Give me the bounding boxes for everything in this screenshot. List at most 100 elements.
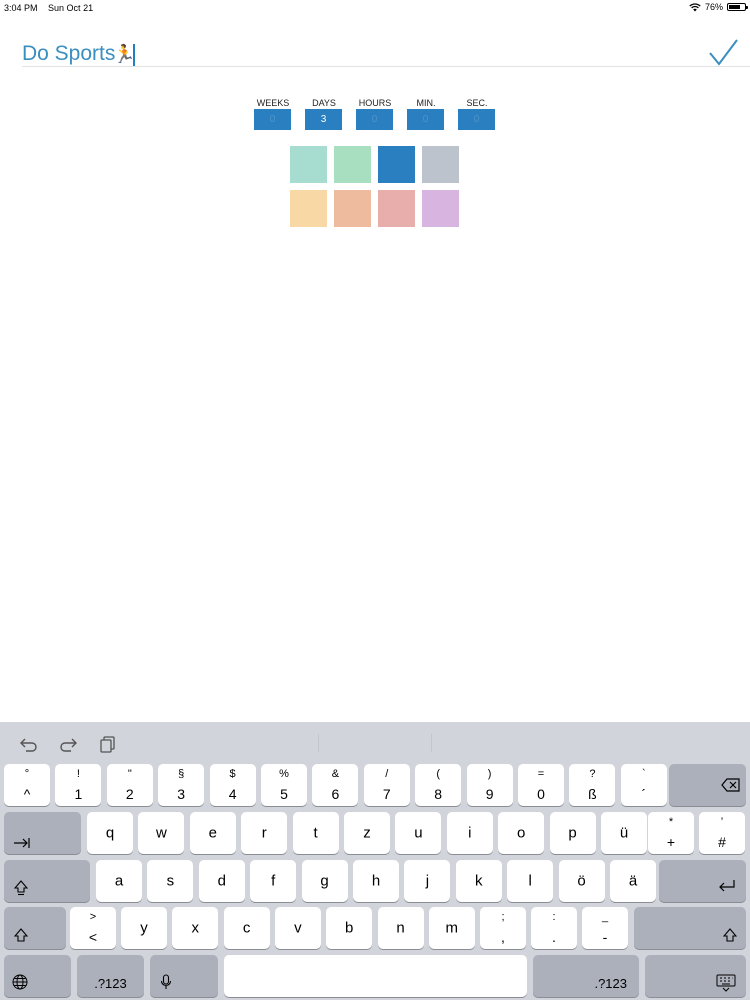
dictation-key[interactable] bbox=[150, 955, 218, 997]
shift-right-key[interactable] bbox=[634, 907, 746, 949]
key-e[interactable]: e bbox=[189, 812, 236, 854]
key-row1-8[interactable]: (8 bbox=[415, 764, 462, 806]
shift-left-key[interactable] bbox=[4, 907, 66, 949]
key-row2-extra-0[interactable]: * + bbox=[648, 812, 694, 854]
key-d[interactable]: d bbox=[198, 860, 245, 902]
numbers-key-right[interactable]: .?123 bbox=[533, 955, 639, 997]
key-row2-extra-1[interactable]: ’ # bbox=[699, 812, 745, 854]
key-t[interactable]: t bbox=[292, 812, 339, 854]
paste-icon[interactable] bbox=[98, 735, 118, 753]
key-shift-char: ’ bbox=[720, 816, 724, 828]
key-row1-6[interactable]: & 6 bbox=[312, 764, 359, 806]
return-icon bbox=[719, 880, 735, 892]
key-row1-5[interactable]: % 5 bbox=[261, 764, 307, 806]
delete-key[interactable] bbox=[669, 764, 746, 806]
minutes-field[interactable]: 0 bbox=[407, 109, 444, 130]
key-char: y bbox=[140, 919, 148, 937]
key-i[interactable]: i bbox=[446, 812, 493, 854]
color-swatch-gray[interactable] bbox=[422, 146, 459, 183]
undo-icon[interactable] bbox=[19, 735, 39, 753]
key-g[interactable]: g bbox=[301, 860, 348, 902]
tab-key[interactable] bbox=[4, 812, 81, 854]
key-char: b bbox=[345, 919, 354, 937]
key-x[interactable]: x bbox=[172, 907, 219, 949]
key-row1-3[interactable]: § 3 bbox=[158, 764, 205, 806]
key-ü[interactable]: ü bbox=[601, 812, 647, 854]
seconds-field[interactable]: 0 bbox=[458, 109, 495, 130]
space-key[interactable] bbox=[224, 955, 527, 997]
key-row1-7[interactable]: /7 bbox=[363, 764, 410, 806]
key-char: 2 bbox=[125, 786, 134, 802]
key-l[interactable]: l bbox=[507, 860, 554, 902]
key-char: ü bbox=[619, 824, 629, 842]
numbers-key-label: .?123 bbox=[594, 976, 627, 991]
key-r[interactable]: r bbox=[241, 812, 288, 854]
key-char: t bbox=[313, 824, 318, 842]
key-angle-brackets[interactable]: > < bbox=[70, 907, 116, 949]
key-h[interactable]: h bbox=[353, 860, 399, 902]
key-m[interactable]: m bbox=[428, 907, 475, 949]
key-row1-2[interactable]: " 2 bbox=[106, 764, 153, 806]
key-row1-0[interactable]: ° ^ bbox=[4, 764, 50, 806]
key-a[interactable]: a bbox=[96, 860, 142, 902]
key-b[interactable]: b bbox=[326, 907, 373, 949]
key-underscore[interactable]: _ - bbox=[582, 907, 628, 949]
key-n[interactable]: n bbox=[377, 907, 424, 949]
weeks-field[interactable]: 0 bbox=[254, 109, 291, 130]
key-char: # bbox=[718, 834, 726, 850]
key-c[interactable]: c bbox=[223, 907, 270, 949]
minutes-label: MIN. bbox=[416, 98, 436, 108]
keyboard: ° ^! 1 " 2 § 3 $4% 5 & 6/7(8) 9 = 0? ß ` ´ qwer t zuiop ü *… bbox=[0, 722, 750, 1000]
globe-key[interactable] bbox=[4, 955, 71, 997]
key-ä[interactable]: ä bbox=[610, 860, 656, 902]
key-row1-11[interactable]: ? ß bbox=[569, 764, 616, 806]
color-swatch-green[interactable] bbox=[334, 146, 371, 183]
key-char: a bbox=[114, 872, 124, 890]
key-row1-1[interactable]: ! 1 bbox=[55, 764, 102, 806]
color-swatch-orange[interactable] bbox=[334, 190, 371, 227]
numbers-key-left[interactable]: .?123 bbox=[77, 955, 144, 997]
return-key[interactable] bbox=[659, 860, 746, 902]
key-q[interactable]: q bbox=[87, 812, 133, 854]
color-swatch-yellow[interactable] bbox=[290, 190, 327, 227]
dismiss-keyboard-key[interactable] bbox=[645, 955, 746, 997]
key-colon[interactable]: :. bbox=[531, 907, 577, 949]
key-char: h bbox=[371, 872, 381, 890]
color-swatch-blue[interactable] bbox=[378, 146, 415, 183]
color-swatch-teal[interactable] bbox=[290, 146, 327, 183]
days-field[interactable]: 3 bbox=[305, 109, 342, 130]
key-row1-10[interactable]: = 0 bbox=[518, 764, 564, 806]
key-y[interactable]: y bbox=[121, 907, 167, 949]
key-z[interactable]: z bbox=[344, 812, 390, 854]
key-s[interactable]: s bbox=[147, 860, 194, 902]
key-char: . bbox=[552, 929, 556, 945]
key-f[interactable]: f bbox=[250, 860, 297, 902]
globe-icon bbox=[12, 974, 28, 990]
checkmark-icon[interactable] bbox=[706, 36, 740, 70]
key-w[interactable]: w bbox=[138, 812, 185, 854]
key-char: ´ bbox=[641, 786, 647, 802]
text-cursor bbox=[133, 44, 135, 67]
hours-field[interactable]: 0 bbox=[356, 109, 393, 130]
key-u[interactable]: u bbox=[395, 812, 442, 854]
key-v[interactable]: v bbox=[274, 907, 321, 949]
key-p[interactable]: p bbox=[549, 812, 596, 854]
key-char: v bbox=[294, 919, 302, 937]
caps-lock-key[interactable] bbox=[4, 860, 90, 902]
key-k[interactable]: k bbox=[455, 860, 502, 902]
color-swatch-purple[interactable] bbox=[422, 190, 459, 227]
redo-icon[interactable] bbox=[58, 735, 78, 753]
key-char: 1 bbox=[74, 786, 83, 802]
key-row1-4[interactable]: $4 bbox=[209, 764, 256, 806]
task-title-input[interactable]: Do Sports bbox=[22, 42, 115, 66]
key-row1-9[interactable]: ) 9 bbox=[466, 764, 513, 806]
key-ö[interactable]: ö bbox=[558, 860, 605, 902]
key-char: d bbox=[217, 872, 226, 890]
key-semicolon[interactable]: ;, bbox=[480, 907, 526, 949]
color-swatch-red[interactable] bbox=[378, 190, 415, 227]
key-j[interactable]: j bbox=[404, 860, 451, 902]
key-row1-12[interactable]: ` ´ bbox=[620, 764, 667, 806]
key-shift-char: * bbox=[668, 816, 674, 828]
key-o[interactable]: o bbox=[498, 812, 545, 854]
key-shift-char: % bbox=[279, 768, 289, 780]
